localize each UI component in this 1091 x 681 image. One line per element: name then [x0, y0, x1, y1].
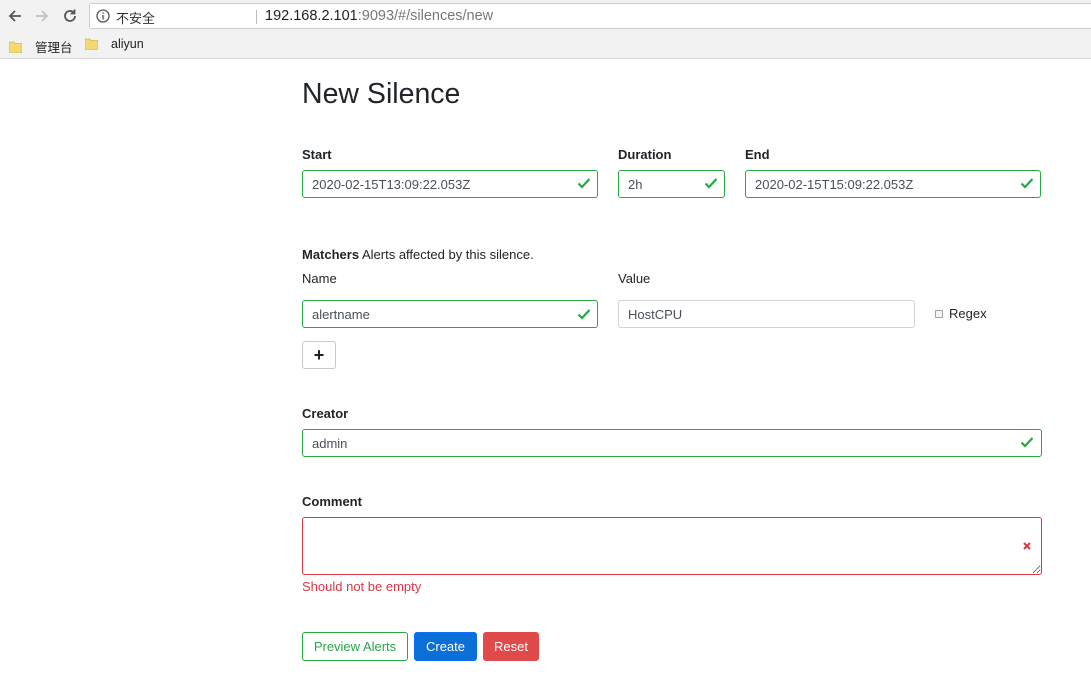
add-matcher-button[interactable]: +	[302, 341, 336, 369]
arrow-right-icon	[36, 10, 49, 22]
check-icon	[704, 178, 718, 189]
url-host: 192.168.2.101	[265, 8, 358, 24]
regex-label: Regex	[949, 306, 987, 321]
duration-label: Duration	[618, 147, 672, 162]
page-title: New Silence	[302, 78, 461, 110]
check-icon	[577, 309, 591, 320]
check-icon	[1020, 437, 1034, 448]
bookmark-label: 管理台	[35, 41, 73, 55]
matcher-value-input[interactable]	[618, 300, 915, 328]
bookmarks-bar: 管理台 aliyun	[0, 32, 1091, 59]
reload-icon	[64, 9, 76, 22]
matcher-name-header: Name	[302, 271, 337, 286]
matchers-label: Matchers	[302, 247, 360, 262]
bookmark-folder[interactable]: 管理台	[9, 37, 73, 56]
comment-error: Should not be empty	[302, 579, 422, 594]
creator-input[interactable]	[302, 429, 1042, 457]
check-icon	[577, 178, 591, 189]
end-input[interactable]	[745, 170, 1041, 198]
security-label: 不安全	[116, 11, 156, 26]
folder-icon	[85, 38, 98, 50]
reload-button[interactable]	[60, 6, 80, 26]
comment-textarea[interactable]	[302, 517, 1042, 575]
address-bar[interactable]: 不安全 192.168.2.101:9093/#/silences/new	[89, 3, 1091, 29]
start-input[interactable]	[302, 170, 598, 198]
regex-checkbox[interactable]	[935, 310, 943, 318]
comment-label: Comment	[302, 494, 362, 509]
check-icon	[1020, 178, 1034, 189]
forward-button[interactable]	[32, 6, 52, 26]
preview-alerts-button[interactable]: Preview Alerts	[302, 632, 408, 661]
folder-icon	[9, 41, 22, 53]
bookmark-label: aliyun	[111, 37, 144, 51]
matchers-heading: Matchers Alerts affected by this silence…	[302, 247, 534, 262]
start-label: Start	[302, 147, 332, 162]
creator-label: Creator	[302, 406, 349, 421]
url-path: :9093/#/silences/new	[357, 8, 494, 24]
url-separator	[256, 10, 257, 24]
back-button[interactable]	[5, 6, 25, 26]
bookmark-folder[interactable]: aliyun	[85, 37, 144, 51]
reset-button[interactable]: Reset	[483, 632, 539, 661]
end-label: End	[745, 147, 770, 162]
info-icon	[96, 9, 110, 23]
browser-toolbar: 不安全 192.168.2.101:9093/#/silences/new	[0, 0, 1091, 32]
create-button[interactable]: Create	[414, 632, 477, 661]
arrow-left-icon	[8, 10, 21, 22]
matcher-name-input[interactable]	[302, 300, 598, 328]
matchers-description: Alerts affected by this silence.	[361, 247, 534, 262]
error-x-icon	[1023, 542, 1031, 550]
url-text: 192.168.2.101:9093/#/silences/new	[265, 8, 493, 24]
matcher-value-header: Value	[618, 271, 651, 286]
